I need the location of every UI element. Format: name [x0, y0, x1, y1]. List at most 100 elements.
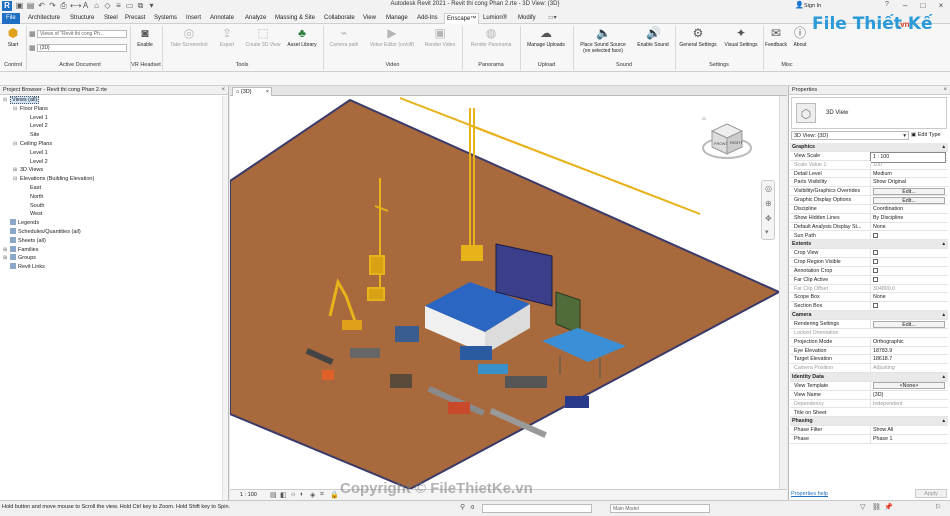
tab-view[interactable]: View	[361, 13, 378, 24]
property-row[interactable]: Graphic Display Options Edit...	[790, 196, 948, 206]
browser-item[interactable]: South	[23, 202, 44, 211]
browser-item[interactable]: Revit Links	[3, 263, 45, 272]
property-group[interactable]: Identity Data ▴	[790, 373, 948, 382]
property-row[interactable]: Rendering Settings Edit...	[790, 320, 948, 330]
pan-icon[interactable]: ✥	[765, 214, 772, 223]
apply-button[interactable]: Apply	[915, 489, 947, 498]
property-checkbox[interactable]	[873, 259, 878, 265]
expand-icon[interactable]: ⊞	[3, 246, 10, 255]
property-row[interactable]: Discipline Coordination	[790, 204, 948, 214]
user-icon[interactable]: 👤	[795, 1, 804, 9]
tab-structure[interactable]: Structure	[68, 13, 96, 24]
property-row[interactable]: Detail Level Medium	[790, 169, 948, 179]
worksets-icon[interactable]: ⚲	[460, 503, 465, 511]
browser-item[interactable]: North	[23, 193, 43, 202]
chevron-up-icon[interactable]: ▴	[942, 373, 945, 382]
property-row[interactable]: Locked Orientation	[790, 329, 948, 338]
tab-massing-site[interactable]: Massing & Site	[273, 13, 317, 24]
property-row[interactable]: Dependency Independent	[790, 399, 948, 409]
tab-manage[interactable]: Manage	[384, 13, 410, 24]
zoom-icon[interactable]: ⊕	[765, 199, 772, 208]
property-group[interactable]: Phasing ▴	[790, 417, 948, 427]
views-combo[interactable]: Views of "Revit thi cong Ph...	[37, 30, 127, 38]
property-row[interactable]: Parts Visibility Show Original	[790, 178, 948, 188]
property-row[interactable]: Camera Position Adjusting	[790, 364, 948, 374]
select-pinned-icon[interactable]: 📌	[884, 503, 893, 511]
video-editor-button[interactable]: ▶ Video Editor (on/off)	[364, 26, 420, 48]
property-row[interactable]: View Name {3D}	[790, 390, 948, 400]
home-icon[interactable]: ⌂	[702, 116, 706, 122]
render-icon[interactable]: ◈	[310, 491, 315, 499]
view-tab-close-icon[interactable]: ×	[266, 88, 269, 96]
property-value[interactable]: 18783.9	[870, 346, 946, 356]
chevron-up-icon[interactable]: ▴	[942, 143, 945, 152]
property-row[interactable]: Visibility/Graphics Overrides Edit...	[790, 187, 948, 197]
property-row[interactable]: View Scale 1 : 100	[790, 151, 948, 163]
collapse-icon[interactable]: ⊟	[3, 96, 10, 105]
view-scrollbar[interactable]	[779, 96, 787, 489]
filter-icon[interactable]: ⚐	[935, 503, 941, 511]
take-screenshot-button[interactable]: ◎ Take Screenshot	[166, 26, 212, 48]
export-button[interactable]: ⇪ Export	[214, 26, 240, 48]
select-links-icon[interactable]: ⛓	[872, 503, 881, 511]
property-row[interactable]: Sun Path	[790, 231, 948, 241]
property-checkbox[interactable]	[873, 250, 878, 256]
close-icon[interactable]: ×	[943, 86, 947, 95]
property-row[interactable]: Far Clip Offset 304800.0	[790, 284, 948, 294]
property-value[interactable]: Coordination	[870, 204, 946, 214]
collapse-icon[interactable]: ⊟	[13, 105, 20, 114]
property-row[interactable]: Crop View	[790, 249, 948, 259]
property-value[interactable]: {3D}	[870, 390, 946, 400]
property-row[interactable]: Scope Box None	[790, 293, 948, 303]
property-row[interactable]: Target Elevation 18618.7	[790, 355, 948, 365]
property-checkbox[interactable]	[873, 232, 878, 238]
property-value[interactable]: Show All	[870, 426, 946, 436]
properties-help-link[interactable]: Properties help	[791, 491, 828, 497]
property-edit-button[interactable]: Edit...	[873, 187, 945, 195]
tab-modify[interactable]: Modify	[516, 13, 538, 24]
property-row[interactable]: Section Box	[790, 302, 948, 312]
start-button[interactable]: ⬢ Start	[2, 26, 24, 48]
expand-icon[interactable]: ⊞	[13, 166, 20, 175]
3d-viewport[interactable]: FRONT RIGHT ⌂ ◎ ⊕ ✥ ▾	[230, 96, 779, 489]
enable-vr-button[interactable]: ◙ Enable	[132, 26, 158, 48]
property-value[interactable]: Show Original	[870, 178, 946, 188]
create-3d-view-button[interactable]: ⬚ Create 3D View	[242, 26, 284, 48]
viewcube[interactable]: FRONT RIGHT	[702, 120, 752, 162]
property-row[interactable]: Eye Elevation 18783.9	[790, 346, 948, 356]
property-checkbox[interactable]	[873, 267, 878, 273]
browser-item[interactable]: Level 2	[23, 122, 48, 131]
property-row[interactable]: Crop Region Visible	[790, 258, 948, 267]
property-value[interactable]: None	[870, 293, 946, 303]
detail-level-icon[interactable]: ▤	[270, 491, 277, 499]
tab-collaborate[interactable]: Collaborate	[322, 13, 357, 24]
collapse-icon[interactable]: ⊟	[13, 175, 20, 184]
property-checkbox[interactable]	[873, 276, 878, 282]
tab-systems[interactable]: Systems	[152, 13, 179, 24]
close-button[interactable]: ×	[932, 0, 950, 12]
enable-sound-button[interactable]: 🔊 Enable Sound	[633, 26, 673, 48]
browser-item[interactable]: ⊞ 3D Views	[13, 166, 43, 175]
place-sound-source-button[interactable]: 🔈 Place Sound Source (on selected face)	[574, 26, 632, 54]
tab-file[interactable]: File	[2, 13, 20, 24]
collapse-icon[interactable]: ⊟	[13, 140, 20, 149]
property-row[interactable]: Title on Sheet	[790, 409, 948, 418]
expand-icon[interactable]: ⊞	[3, 254, 10, 263]
chevron-up-icon[interactable]: ▴	[942, 417, 945, 426]
property-row[interactable]: Annotation Crop	[790, 266, 948, 276]
property-row[interactable]: Far Clip Active	[790, 275, 948, 285]
browser-item[interactable]: Legends	[3, 219, 39, 228]
browser-item[interactable]: Schedules/Quantities (all)	[3, 228, 81, 237]
crop-icon[interactable]: ⌗	[320, 491, 324, 499]
property-edit-button[interactable]: Edit...	[873, 320, 945, 328]
sun-path-icon[interactable]: ☼	[290, 491, 296, 498]
browser-item[interactable]: ⊞ Groups	[3, 254, 36, 263]
asset-library-button[interactable]: ♣ Asset Library	[284, 26, 320, 48]
tab-architecture[interactable]: Architecture	[26, 13, 62, 24]
property-row[interactable]: Default Analysis Display St... None	[790, 222, 948, 232]
browser-item[interactable]: Sheets (all)	[3, 236, 46, 246]
design-options-combo[interactable]	[482, 504, 592, 513]
browser-item[interactable]: ⊟ Ceiling Plans	[13, 140, 52, 149]
view-combo[interactable]: {3D}	[37, 44, 127, 52]
nav-menu-icon[interactable]: ▾	[765, 228, 769, 236]
